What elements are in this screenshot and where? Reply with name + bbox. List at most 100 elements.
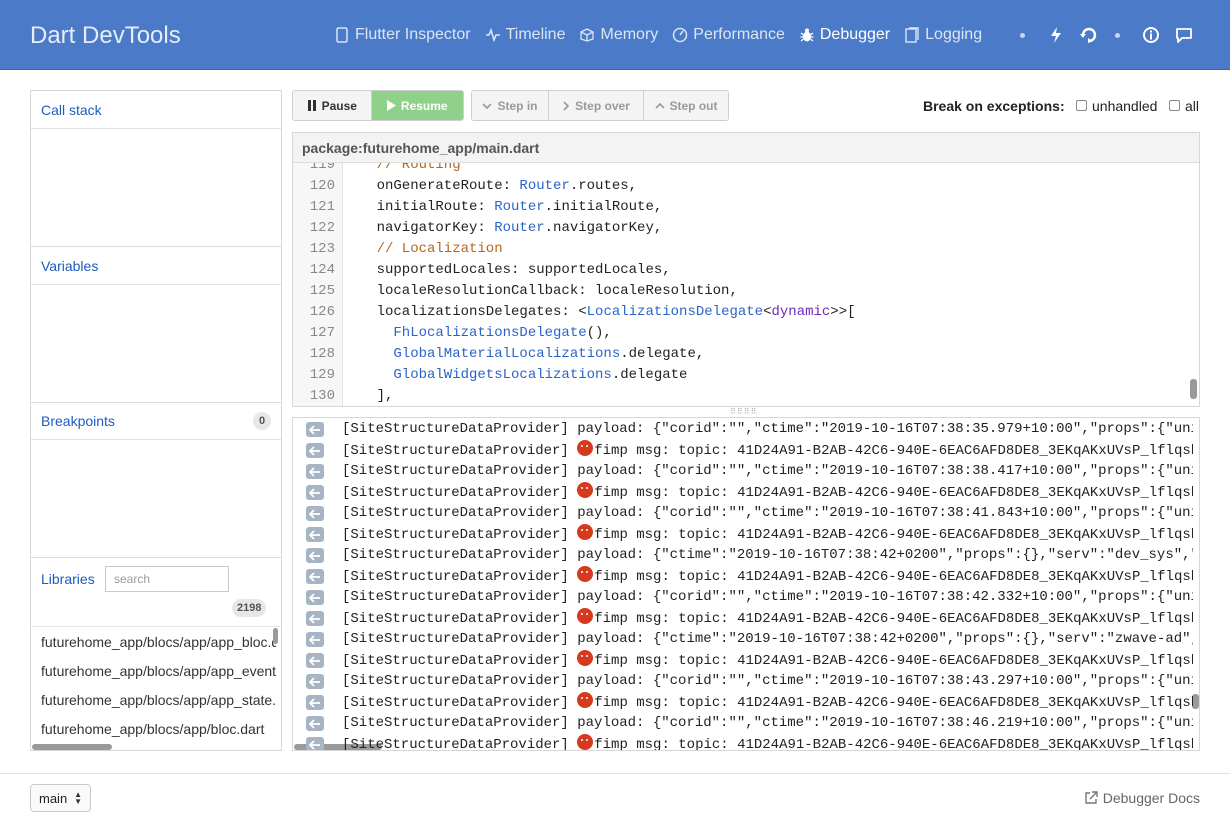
line-number[interactable]: 120 [293,176,339,197]
log-text: [SiteStructureDataProvider] payload: {"c… [342,713,1193,734]
debugger-docs-link[interactable]: Debugger Docs [1084,790,1200,806]
step-in-label: Step in [497,98,538,113]
log-entry[interactable]: [SiteStructureDataProvider] payload: {"c… [293,461,1193,482]
log-message: fimp msg: topic: 41D24A91-B2AB-42C6-940E… [594,443,1193,459]
code-token: GlobalWidgetsLocalizations [393,367,612,383]
line-number[interactable]: 124 [293,260,339,281]
log-prefix: [SiteStructureDataProvider] [342,653,578,669]
pause-button[interactable]: Pause [293,91,372,120]
tab-label: Logging [925,26,983,43]
logging-icon [904,27,920,43]
library-list-horizontal-scrollbar[interactable] [32,744,112,750]
library-item[interactable]: futurehome_app/blocs/app/app_bloc.dart [31,628,276,657]
library-list-vertical-scrollbar[interactable] [273,628,278,644]
log-entry[interactable]: [SiteStructureDataProvider] fimp msg: to… [293,734,1193,750]
log-message: [SiteStructureDataProvider] payload: {"c… [342,589,1193,605]
log-entry[interactable]: [SiteStructureDataProvider] payload: {"c… [293,419,1193,440]
line-number[interactable]: 129 [293,365,339,386]
console-vertical-scrollbar[interactable] [1192,694,1199,709]
line-number[interactable]: 122 [293,218,339,239]
tab-flutter-inspector[interactable]: Flutter Inspector [334,26,471,44]
breakpoints-header[interactable]: Breakpoints 0 [31,402,281,440]
log-entry[interactable]: [SiteStructureDataProvider] fimp msg: to… [293,692,1193,713]
code-line: 126 localizationsDelegates: <Localization… [293,302,1183,323]
code-token: LocalizationsDelegate [586,304,764,320]
hot-reload-icon[interactable] [1075,21,1103,49]
split-handle[interactable]: ⠿⠿⠿⠿ [730,408,762,416]
step-group: Step in Step over Step out [471,90,729,121]
log-entry[interactable]: [SiteStructureDataProvider] fimp msg: to… [293,440,1193,461]
isolate-select[interactable]: main ▲ ▼ [30,784,91,812]
code-line: 123 // Localization [293,239,1183,260]
select-arrows-icon: ▲ ▼ [74,790,82,806]
library-item[interactable]: futurehome_app/blocs/app/bloc.dart [31,715,276,744]
main-nav: Flutter Inspector Timeline Memory Performan… [334,0,996,70]
variables-title: Variables [41,257,99,274]
resume-button[interactable]: Resume [371,91,463,120]
step-in-button[interactable]: Step in [472,91,549,120]
log-entry[interactable]: [SiteStructureDataProvider] fimp msg: to… [293,566,1193,587]
info-icon[interactable] [1137,21,1165,49]
line-number[interactable]: 121 [293,197,339,218]
tab-memory[interactable]: Memory [579,26,658,44]
log-entry[interactable]: [SiteStructureDataProvider] fimp msg: to… [293,650,1193,671]
line-number[interactable]: 126 [293,302,339,323]
code-text: navigatorKey: Router.navigatorKey, [377,218,663,239]
tab-timeline[interactable]: Timeline [485,26,565,44]
code-line: 124 supportedLocales: supportedLocales, [293,260,1183,281]
code-line: 125 localeResolutionCallback: localeResol… [293,281,1183,302]
log-entry[interactable]: [SiteStructureDataProvider] fimp msg: to… [293,482,1193,503]
log-entry[interactable]: [SiteStructureDataProvider] payload: {"c… [293,503,1193,524]
log-entry[interactable]: [SiteStructureDataProvider] payload: {"c… [293,545,1193,566]
log-message: fimp msg: topic: 41D24A91-B2AB-42C6-940E… [594,569,1193,585]
step-out-button[interactable]: Step out [644,91,728,120]
log-entry[interactable]: [SiteStructureDataProvider] payload: {"c… [293,587,1193,608]
unhandled-label: unhandled [1092,98,1158,114]
all-label: all [1185,98,1200,114]
tab-label: Performance [693,26,785,43]
log-text: [SiteStructureDataProvider] payload: {"c… [342,587,1193,608]
stdout-arrow-icon [306,611,324,626]
line-number[interactable]: 127 [293,323,339,344]
tab-performance[interactable]: Performance [672,26,785,44]
log-message: [SiteStructureDataProvider] payload: {"c… [342,631,1193,647]
code-line: 119 // Routing [293,163,1183,176]
library-search-input[interactable] [105,566,229,592]
stdout-arrow-icon [306,590,324,605]
unhandled-checkbox[interactable] [1076,100,1087,111]
console-output: [SiteStructureDataProvider] payload: {"c… [292,417,1200,751]
tab-logging[interactable]: Logging [904,26,982,44]
line-number[interactable]: 119 [293,163,339,176]
log-entry[interactable]: [SiteStructureDataProvider] payload: {"c… [293,629,1193,650]
log-entry[interactable]: [SiteStructureDataProvider] payload: {"c… [293,713,1193,734]
code-view[interactable]: 119 // Routing 120 onGenerateRoute: Router.… [293,163,1199,406]
libraries-count-badge: 2198 [232,599,267,617]
code-text: GlobalMaterialLocalizations.delegate, [393,344,704,365]
pause-icon [307,100,317,111]
line-number[interactable]: 130 [293,386,339,406]
tab-debugger[interactable]: Debugger [799,26,890,44]
variables-header[interactable]: Variables [31,247,281,285]
line-number[interactable]: 123 [293,239,339,260]
library-item[interactable]: futurehome_app/blocs/app/app_event.dart [31,657,276,686]
libraries-title[interactable]: Libraries [41,571,95,587]
line-number[interactable]: 125 [293,281,339,302]
play-icon [386,100,396,111]
code-token: Router [494,220,545,236]
break-on-exceptions-label: Break on exceptions: [923,98,1065,114]
footer [0,773,1230,822]
feedback-icon[interactable] [1170,21,1198,49]
all-checkbox[interactable] [1169,100,1180,111]
editor-vertical-scrollbar[interactable] [1190,379,1197,399]
line-number[interactable]: 128 [293,344,339,365]
log-entry[interactable]: [SiteStructureDataProvider] payload: {"c… [293,671,1193,692]
code-line: 128 GlobalMaterialLocalizations.delegate, [293,344,1183,365]
step-over-button[interactable]: Step over [549,91,644,120]
log-text: [SiteStructureDataProvider] payload: {"c… [342,545,1193,566]
flash-icon[interactable] [1042,21,1070,49]
log-entry[interactable]: [SiteStructureDataProvider] fimp msg: to… [293,524,1193,545]
library-item[interactable]: futurehome_app/blocs/app/app_state.dart [31,686,276,715]
log-entry[interactable]: [SiteStructureDataProvider] fimp msg: to… [293,608,1193,629]
call-stack-header[interactable]: Call stack [31,91,281,129]
source-editor: package:futurehome_app/main.dart 119 // R… [292,132,1200,407]
